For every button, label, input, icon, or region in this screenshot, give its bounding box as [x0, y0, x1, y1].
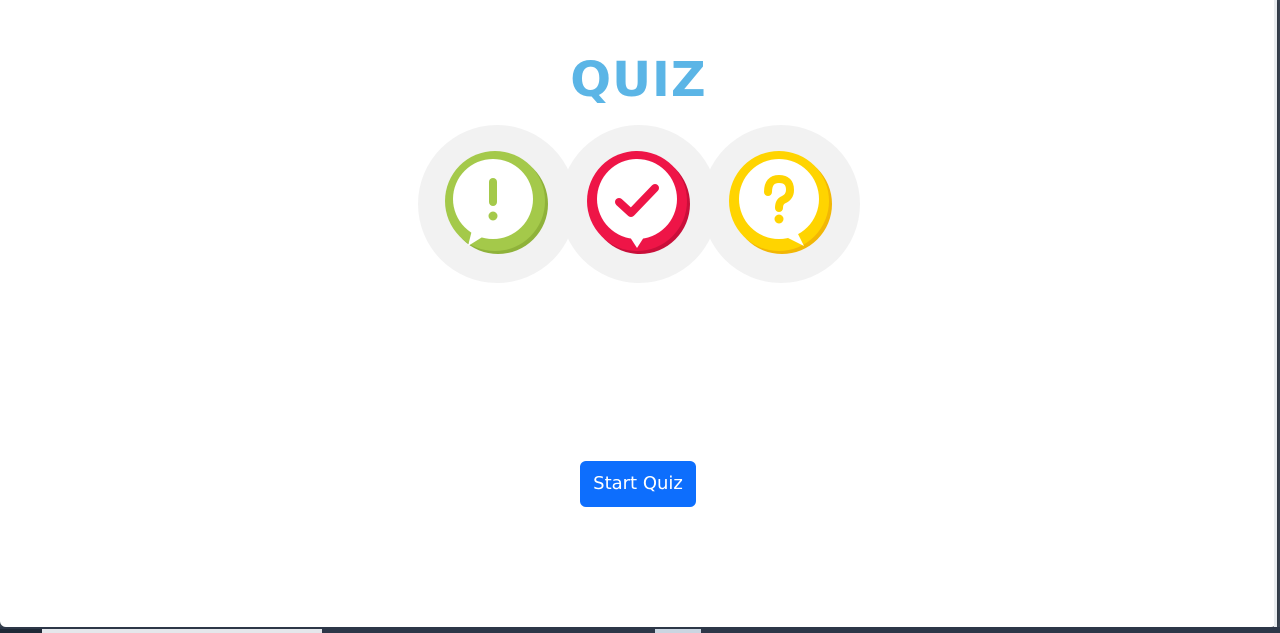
question-icon: [729, 151, 832, 254]
taskbar-segment: [0, 629, 42, 633]
taskbar: [0, 627, 1280, 633]
page-title: QUIZ: [570, 52, 707, 108]
quiz-window: QUIZ Start Quiz: [0, 0, 1277, 627]
quiz-icons-row: [418, 125, 860, 283]
checkmark-icon: [587, 151, 690, 254]
exclamation-icon: [445, 151, 548, 254]
start-quiz-button[interactable]: Start Quiz: [580, 461, 696, 507]
taskbar-segment: [42, 629, 322, 633]
taskbar-segment: [655, 629, 701, 633]
exclamation-icon-badge: [418, 125, 576, 283]
checkmark-icon-badge: [560, 125, 718, 283]
question-icon-badge: [702, 125, 860, 283]
